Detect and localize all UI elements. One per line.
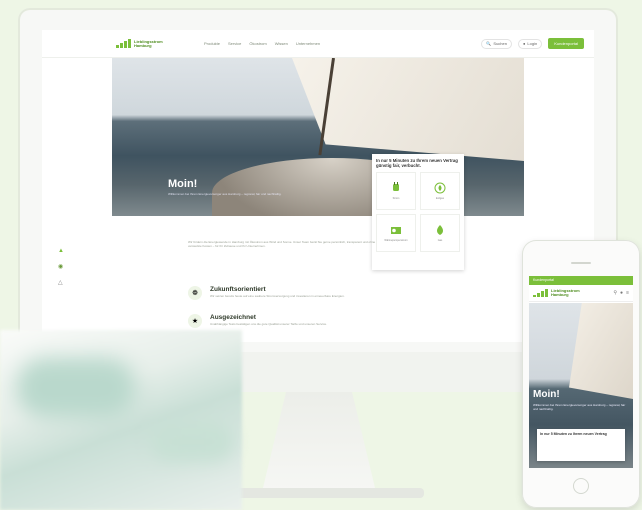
feature-title: Ausgezeichnet <box>210 314 256 321</box>
tile-gas[interactable]: Gas <box>420 214 460 252</box>
phone-header: Lieblingsstrom Hamburg ⚲ ● ≡ <box>529 285 633 302</box>
phone-screen: Kundenportal Lieblingsstrom Hamburg ⚲ ● … <box>529 276 633 468</box>
feature-title: Zukunftsorientiert <box>210 286 266 293</box>
desktop-screen: Lieblingsstrom Hamburg Produkte Service … <box>42 30 594 342</box>
flame-person-icon <box>434 182 446 194</box>
phone-mockup: Kundenportal Lieblingsstrom Hamburg ⚲ ● … <box>522 240 640 508</box>
phone-header-icons: ⚲ ● ≡ <box>613 290 629 296</box>
feature-item: ❁ Zukunftsorientiert Wir setzen bereits … <box>188 286 380 300</box>
flame-icon <box>437 225 443 235</box>
nav-item-wissen[interactable]: Wissen <box>275 41 288 46</box>
menu-icon[interactable]: ≡ <box>626 290 629 296</box>
quote-card-title: In nur 5 Minuten zu Ihrem neuen Vertrag … <box>376 158 458 168</box>
login-label: Login <box>527 41 538 46</box>
heatpump-icon <box>391 227 401 234</box>
blurred-foreground-photo <box>0 330 242 510</box>
site-logo[interactable]: Lieblingsstrom Hamburg <box>116 38 163 48</box>
feature-description: Wir setzen bereits heute auf eine sauber… <box>210 294 345 298</box>
hero-title: Moin! <box>168 178 198 190</box>
tariff-tiles: Strom Erdgas Wärmepumpenstrom Gas <box>376 172 460 252</box>
phone-quote-card: In nur 5 Minuten zu Ihrem neuen Vertrag <box>537 429 625 461</box>
tile-strom[interactable]: Strom <box>376 172 416 210</box>
award-icon: ★ <box>188 314 202 328</box>
nav-item-produkte[interactable]: Produkte <box>204 41 220 46</box>
nav-item-service[interactable]: Service <box>228 41 241 46</box>
search-icon[interactable]: ⚲ <box>613 290 617 296</box>
hero-subtitle: Willkommen bei Ihrem Energieversorger au… <box>168 192 282 196</box>
tile-erdgas[interactable]: Erdgas <box>420 172 460 210</box>
logo-text: Lieblingsstrom Hamburg <box>551 288 580 297</box>
tile-label: Gas <box>437 239 443 242</box>
phone-logo[interactable]: Lieblingsstrom Hamburg <box>533 288 580 297</box>
site-header: Lieblingsstrom Hamburg Produkte Service … <box>42 30 594 58</box>
search-button[interactable]: 🔍 Suchen <box>481 38 512 49</box>
phone-quote-card-title: In nur 5 Minuten zu Ihrem neuen Vertrag <box>540 432 607 436</box>
nav-item-oekostrom[interactable]: Ökostrom <box>249 41 266 46</box>
phone-hero-subtitle: Willkommen bei Ihrem Energieversorger au… <box>533 403 626 411</box>
phone-hero: Moin! Willkommen bei Ihrem Energieversor… <box>529 303 633 468</box>
nav-item-unternehmen[interactable]: Unternehmen <box>296 41 320 46</box>
phone-hero-title: Moin! <box>533 389 560 400</box>
intro-text: Wir fördern die Energiewende in Hamburg … <box>188 240 376 248</box>
logo-text: Lieblingsstrom Hamburg <box>134 38 163 48</box>
login-button[interactable]: ● Login <box>517 38 543 49</box>
quote-card: In nur 5 Minuten zu Ihrem neuen Vertrag … <box>372 154 464 270</box>
tile-label: Strom <box>392 197 400 200</box>
search-label: Suchen <box>493 41 507 46</box>
user-icon: ● <box>522 41 526 46</box>
phone-speaker <box>571 262 591 264</box>
phone-home-button <box>573 478 589 494</box>
monitor-stand-base <box>214 488 424 498</box>
feature-description: Unabhängige Tests bestätigen uns die gut… <box>210 322 327 326</box>
leaf-badge-icon[interactable]: ◉ <box>58 263 64 270</box>
leaf-icon: ❁ <box>188 286 202 300</box>
monitor-stand <box>262 392 376 492</box>
main-nav: Produkte Service Ökostrom Wissen Unterne… <box>204 41 320 46</box>
warning-icon[interactable]: △ <box>58 279 64 286</box>
logo-bars-icon <box>116 39 131 48</box>
thumbs-up-icon[interactable]: ▲ <box>58 248 64 254</box>
plug-icon <box>393 182 399 191</box>
user-icon[interactable]: ● <box>620 290 623 296</box>
tile-label: Wärmepumpenstrom <box>384 239 408 242</box>
customer-portal-button[interactable]: Kundenportal <box>548 38 584 49</box>
phone-top-bar[interactable]: Kundenportal <box>529 276 633 285</box>
search-icon: 🔍 <box>486 41 492 46</box>
header-actions: 🔍 Suchen ● Login Kundenportal <box>481 38 584 49</box>
logo-bars-icon <box>533 289 548 297</box>
feature-item: ★ Ausgezeichnet Unabhängige Tests bestät… <box>188 314 380 328</box>
side-icon-bar: ▲ ◉ △ <box>58 248 64 286</box>
sail-image <box>569 303 633 399</box>
tile-label: Erdgas <box>436 197 444 200</box>
